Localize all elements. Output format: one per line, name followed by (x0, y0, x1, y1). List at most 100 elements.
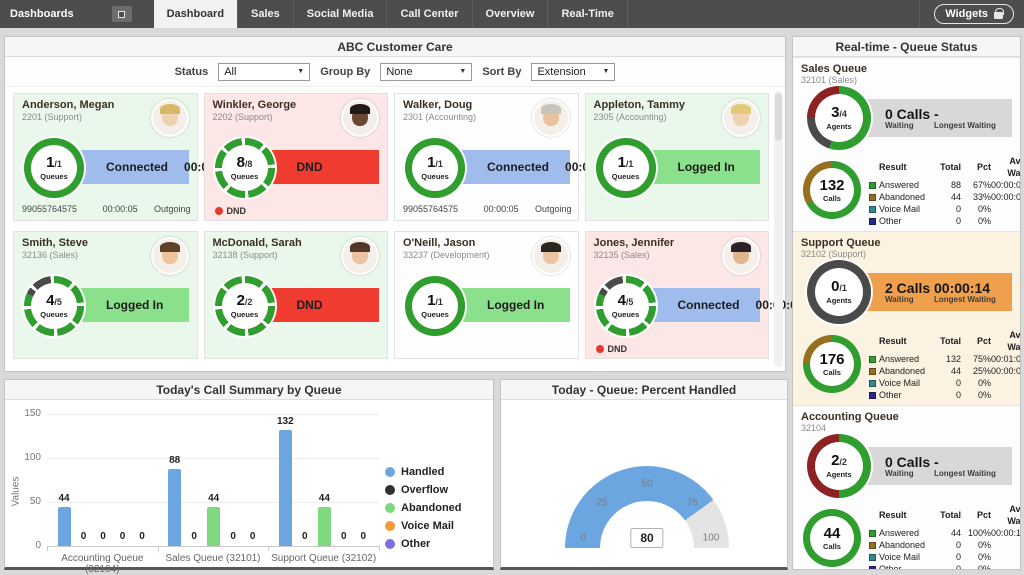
bar-value-label: 0 (302, 531, 308, 542)
longest-waiting-label: Longest Waiting (934, 120, 996, 130)
tab-sales[interactable]: Sales (238, 0, 294, 28)
agent-extension: 32135 (Sales) (593, 250, 650, 260)
header-pct: Pct (976, 510, 991, 520)
chevron-down-icon: ▼ (459, 68, 467, 75)
agent-queues-ring-center: 4/5 Queues (602, 283, 649, 329)
dnd-label: DND (607, 344, 628, 354)
agent-card[interactable]: Appleton, Tammy 2305 (Accounting) Logged I… (584, 93, 769, 221)
sort-by-select[interactable]: Extension ▼ (531, 62, 616, 81)
agent-queues-count: 1/1 (46, 153, 62, 171)
agent-queues-count: 8/8 (236, 153, 253, 171)
avatar-hair (350, 104, 370, 114)
result-avg-wait: 00:00:09 (991, 192, 1021, 202)
result-pct: 0% (977, 378, 991, 388)
agent-card[interactable]: Smith, Steve 32136 (Sales) Logged In 4/5 Que… (13, 231, 198, 359)
avatar-hair (159, 242, 180, 252)
table-row: Other 0 0%- (869, 563, 1020, 569)
tab-dashboard[interactable]: Dashboard (153, 0, 239, 28)
y-axis-tick: 0 (35, 540, 41, 551)
tab-real-time[interactable]: Real-Time (548, 0, 628, 28)
agent-name: Walker, Doug (403, 99, 473, 111)
agent-name: Winkler, George (212, 99, 297, 111)
bar-value-label: 0 (191, 531, 197, 542)
queue-agents-ring: 2/2 Agents (807, 434, 871, 498)
header-avg-wait: Avg Wait (1007, 156, 1021, 178)
window-icon[interactable] (111, 6, 132, 22)
agent-card[interactable]: O'Neill, Jason 33237 (Development) Logged … (394, 231, 579, 359)
result-label: Answered (879, 180, 920, 190)
agent-extension: 2202 (Support) (212, 112, 273, 122)
result-total: 44 (950, 528, 961, 538)
agent-call-detail: 99055764575 00:00:05 Outgoing (22, 204, 191, 214)
agent-name: Jones, Jennifer (593, 237, 675, 249)
tab-overview[interactable]: Overview (473, 0, 549, 28)
avatar-hair (350, 242, 370, 252)
header-result: Result (879, 162, 907, 172)
tab-call-center[interactable]: Call Center (387, 0, 473, 28)
group-by-select[interactable]: None ▼ (380, 62, 473, 81)
call-number: 99055764575 (22, 204, 78, 214)
result-label: Abandoned (879, 192, 926, 202)
result-swatch-icon (869, 193, 876, 201)
agent-queues-word: Queues (611, 309, 640, 319)
queue-status-title: Real-time - Queue Status (793, 37, 1020, 57)
result-pct: 75% (972, 354, 991, 364)
status-select[interactable]: All ▼ (218, 62, 311, 81)
agent-status-text: Logged In (487, 298, 545, 312)
longest-waiting: - Longest Waiting (934, 107, 1012, 130)
table-row: Voice Mail 0 0%- (869, 203, 1020, 215)
bar-chart: 0 50 100 150 Values 44 0 0 0 0 Accounting Queue (3… (5, 400, 493, 575)
calls-waiting-label: Waiting (885, 294, 914, 304)
agent-card[interactable]: Walker, Doug2301 (Accounting) Connected 00… (394, 93, 613, 221)
result-label: Answered (879, 528, 920, 538)
tab-social-media[interactable]: Social Media (294, 0, 388, 28)
queue-name: Support Queue (801, 237, 881, 249)
header-pct: Pct (976, 336, 991, 346)
calls-waiting-value: 0 Calls (885, 105, 931, 122)
legend-label: Overflow (401, 484, 449, 496)
result-swatch-icon (869, 565, 876, 569)
result-swatch-icon (869, 541, 876, 549)
result-swatch-icon (869, 391, 876, 399)
table-header-row: Result Total Pct Avg Wait (869, 155, 1021, 179)
queue-calls-ring-center: 176 Calls (810, 342, 854, 386)
widgets-button[interactable]: Widgets (934, 4, 1014, 24)
agent-status-text: Connected (487, 160, 550, 174)
agent-queues-ring: 4/5 Queues (595, 276, 656, 336)
agent-call-detail: 99055764575 00:00:05 Outgoing (403, 204, 572, 214)
agent-card[interactable]: Winkler, George 2202 (Support) DND 8/8 Queue… (203, 93, 388, 221)
table-row: Abandoned 44 25%00:00:08 (869, 365, 1020, 377)
agent-card[interactable]: McDonald, Sarah 32138 (Support) DND 2/2 Queu… (203, 231, 388, 359)
agent-queues-count: 4/5 (46, 291, 62, 309)
calls-waiting-label: Waiting (885, 120, 914, 130)
queue-agents-word: Agents (826, 295, 852, 305)
bar-handled (57, 507, 71, 546)
queue-agents-count: 2/2 (831, 451, 847, 469)
result-avg-wait: - (991, 551, 1020, 563)
queue-result-table: Result Total Pct Avg Wait Answered 132 75%00:0… (869, 329, 1020, 401)
agent-queues-word: Queues (421, 171, 449, 181)
avatar-hair (731, 104, 751, 114)
result-swatch-icon (869, 205, 876, 213)
agent-card[interactable]: Jones, Jennifer32135 (Sales)Connected00:… (584, 231, 804, 359)
queue-calls-total: 44 (823, 524, 841, 542)
result-total: 132 (945, 354, 961, 364)
queue-calls-ring: 132 Calls (803, 161, 861, 219)
agent-queues-ring: 8/8 Queues (214, 138, 275, 198)
table-row: Voice Mail 0 0%- (869, 377, 1020, 389)
agent-queues-ring: 1/1 Queues (405, 138, 465, 198)
agent-extension: 33237 (Development) (403, 250, 490, 260)
agent-card[interactable]: Anderson, Megan2201 (Support) Connected 00… (13, 93, 232, 221)
calls-waiting-label: Waiting (885, 468, 914, 478)
table-row: Answered 132 75%00:01:05 (869, 353, 1020, 365)
y-axis-tick: 150 (24, 408, 41, 419)
scrollbar-thumb[interactable] (775, 93, 782, 141)
avatar-hair (731, 242, 751, 252)
agent-queues-ring-center: 4/5 Queues (31, 283, 77, 329)
agents-scrollbar[interactable] (774, 91, 783, 367)
result-total: 0 (955, 216, 961, 226)
bar-value-label: 88 (169, 454, 181, 466)
legend-item: Voice Mail (385, 520, 489, 532)
queue-result-table: Result Total Pct Avg Wait Answered 44 100%00:0… (869, 503, 1020, 569)
result-swatch-icon (869, 553, 876, 561)
